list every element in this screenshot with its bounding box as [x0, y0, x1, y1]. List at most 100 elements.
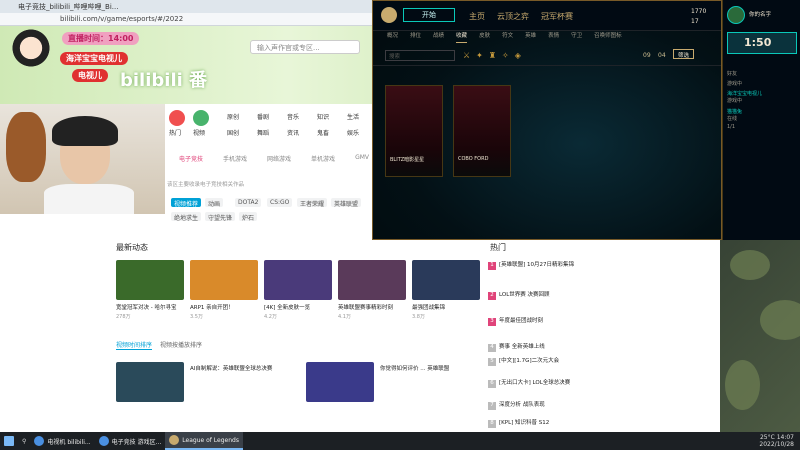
- taskbar-item[interactable]: League of Legends: [165, 432, 243, 450]
- hot-item[interactable]: 6 [无出口大卡] LOL全球总决赛: [488, 378, 608, 388]
- hot-icon[interactable]: [169, 110, 185, 126]
- category-hot[interactable]: 热门: [169, 128, 181, 137]
- video-icon[interactable]: [193, 110, 209, 126]
- subnav-item[interactable]: 收藏: [456, 31, 468, 43]
- hot-item[interactable]: 2 LOL世界赛 决赛回顾: [488, 290, 608, 300]
- skin-card[interactable]: COBO FORD: [453, 85, 511, 177]
- subnav-item[interactable]: 英雄: [525, 31, 536, 43]
- tab-time-sort[interactable]: 视频时间排序: [116, 340, 153, 350]
- currency-rp: 1770: [691, 8, 707, 15]
- hot-item[interactable]: 5 [中文][1.7G]二次元大会: [488, 356, 608, 366]
- video-card[interactable]: 英雄联盟赛事精彩时刻 4.1万: [338, 260, 406, 320]
- taskbar-item-label: League of Legends: [182, 436, 239, 444]
- video-thumbnail: [190, 260, 258, 300]
- filter-pill[interactable]: DOTA2: [235, 198, 262, 207]
- video-card[interactable]: [4K] 全新皮肤一览 4.2万: [264, 260, 332, 320]
- video-card[interactable]: 最强团战集锦 3.8万: [412, 260, 482, 320]
- subnav-item[interactable]: 召唤师图标: [594, 31, 622, 43]
- filter-pill[interactable]: 王者荣耀: [297, 198, 328, 208]
- subnav-item[interactable]: 皮肤: [479, 31, 490, 43]
- site-logo[interactable]: bilibili 番: [120, 66, 207, 92]
- video-title[interactable]: AI自制解说：英雄联盟全球总决赛: [190, 364, 300, 372]
- collection-subnav: 概况 排位 战绩 收藏 皮肤 符文 英雄 表情 守卫 召唤师图标: [373, 31, 721, 43]
- friend-group-header[interactable]: 游戏中: [727, 80, 799, 87]
- video-card[interactable]: 宽堂冠军对决 - 哈尔寻宝 278万: [116, 260, 184, 320]
- subcat-link[interactable]: 鬼畜: [317, 128, 329, 137]
- video-card[interactable]: ARP1 亲自开团！ 3.5万: [190, 260, 258, 320]
- hot-item[interactable]: 1 [英雄联盟] 10月27日精彩集锦: [488, 260, 608, 270]
- skin-card[interactable]: BLITZ暗影星星: [385, 85, 443, 177]
- category-video[interactable]: 视频: [193, 128, 205, 137]
- streamer-chip-2: 电视儿: [72, 69, 108, 82]
- subnav-item[interactable]: 守卫: [571, 31, 582, 43]
- url-text: bilibili.com/v/game/esports/#/2022: [60, 15, 184, 23]
- subcat-link[interactable]: 娱乐: [347, 128, 359, 137]
- queue-timer[interactable]: 1:50: [727, 32, 797, 54]
- nav-tft[interactable]: 云顶之弈: [497, 11, 529, 22]
- hot-item[interactable]: 7 深度分析 战队表现: [488, 400, 608, 410]
- filter-pill[interactable]: 英雄联盟: [331, 198, 362, 208]
- tab-online[interactable]: 网络游戏: [267, 154, 291, 163]
- filter-pill[interactable]: 视频推荐: [171, 198, 202, 208]
- plush-toy: [6, 112, 46, 182]
- subcat-link[interactable]: 番剧: [257, 112, 269, 121]
- search-input[interactable]: 搜索: [385, 50, 455, 61]
- streamer-chip: 海洋宝宝电视儿: [60, 52, 128, 65]
- video-thumbnail: [306, 362, 374, 402]
- subcat-link[interactable]: 生活: [347, 112, 359, 121]
- tab-esports[interactable]: 电子竞技: [179, 154, 203, 163]
- subcat-link[interactable]: 资讯: [287, 128, 299, 137]
- friend-status: 在线: [727, 116, 738, 122]
- subcat-link[interactable]: 国创: [227, 128, 239, 137]
- friend-group-header[interactable]: 好友: [727, 70, 799, 77]
- filter-button[interactable]: 筛选: [673, 49, 695, 59]
- subnav-item[interactable]: 表情: [548, 31, 559, 43]
- browser-tab[interactable]: 电子竞技_bilibili_哔哩哔哩_Bi...: [18, 2, 118, 12]
- filter-pill[interactable]: CS:GO: [267, 198, 293, 207]
- tab-single[interactable]: 单机游戏: [311, 154, 335, 163]
- video-card[interactable]: [306, 362, 374, 422]
- taskbar-item-label: 电视机 bilibili...: [47, 438, 91, 446]
- video-thumbnail: [412, 260, 480, 300]
- subcat-link[interactable]: 原创: [227, 112, 239, 121]
- nav-clash[interactable]: 冠军杯赛: [541, 11, 573, 22]
- tab-mobile[interactable]: 手机游戏: [223, 154, 247, 163]
- league-logo-icon[interactable]: [381, 7, 397, 23]
- play-button[interactable]: 开始: [403, 8, 455, 22]
- role-filter-icons[interactable]: ⚔✦♜✧◈: [463, 51, 527, 60]
- video-title: ARP1 亲自开团！: [190, 305, 234, 311]
- chrome-icon: [34, 436, 45, 446]
- friend-entry[interactable]: 猫猫兔 在线: [727, 108, 799, 122]
- video-thumbnail: [116, 260, 184, 300]
- tab-play-sort[interactable]: 视频按播放排序: [160, 340, 202, 349]
- search-icon[interactable]: ⚲: [18, 432, 30, 450]
- subcat-link[interactable]: 知识: [317, 112, 329, 121]
- taskbar-item[interactable]: 电子竞技 游戏区...: [95, 432, 166, 450]
- search-input[interactable]: 输入声作官或专区...: [250, 40, 360, 54]
- tab-gmv[interactable]: GMV: [355, 154, 369, 163]
- hot-item[interactable]: 4 赛事 全新英雄上线: [488, 342, 608, 352]
- start-button[interactable]: [0, 432, 18, 450]
- subnav-item[interactable]: 概况: [387, 31, 398, 43]
- hot-item[interactable]: 3 年度最佳团战时刻: [488, 316, 608, 326]
- subnav-item[interactable]: 符文: [502, 31, 513, 43]
- friend-entry[interactable]: 海洋宝宝电视儿 游戏中: [727, 90, 799, 104]
- player-profile[interactable]: 你的名字: [727, 6, 797, 28]
- hot-item[interactable]: 8 [KPL] 知识科普 S12: [488, 418, 608, 428]
- subcat-link[interactable]: 音乐: [287, 112, 299, 121]
- filter-pill[interactable]: 炉石: [239, 212, 258, 222]
- video-meta: 4.1万: [338, 314, 351, 320]
- subcat-link[interactable]: 舞蹈: [257, 128, 269, 137]
- video-card[interactable]: [116, 362, 184, 422]
- video-title[interactable]: 你觉得如何评价 ... 英雄联盟: [380, 364, 480, 372]
- filter-pill[interactable]: 绝地求生: [171, 212, 202, 222]
- nav-home[interactable]: 主页: [469, 11, 485, 22]
- system-tray[interactable]: 25°C 14:07 2022/10/28: [759, 434, 794, 448]
- subnav-item[interactable]: 战绩: [433, 31, 444, 43]
- filter-pill[interactable]: 动画: [205, 198, 224, 208]
- rank-number: 2: [488, 292, 496, 300]
- count-owned: 09: [643, 52, 651, 59]
- taskbar-item[interactable]: 电视机 bilibili...: [30, 432, 94, 450]
- filter-pill[interactable]: 守望先锋: [205, 212, 236, 222]
- subnav-item[interactable]: 排位: [410, 31, 421, 43]
